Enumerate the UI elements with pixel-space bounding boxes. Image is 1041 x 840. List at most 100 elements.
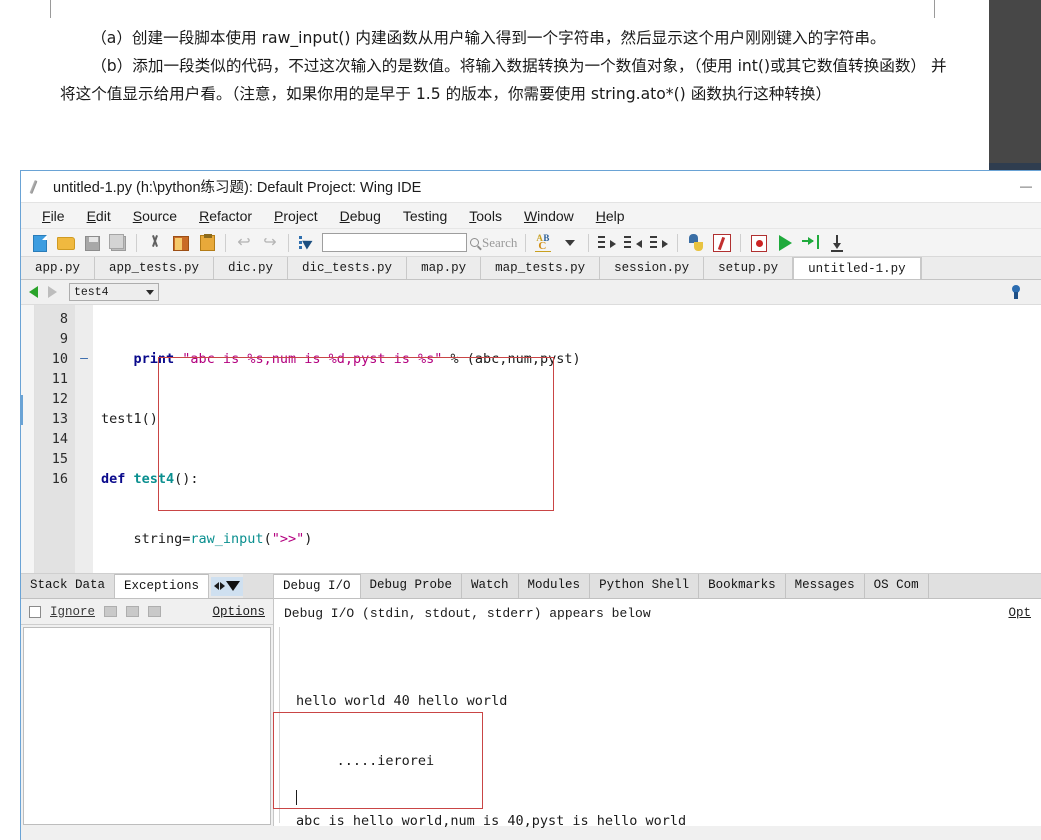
search-input[interactable] bbox=[322, 233, 467, 252]
file-tab-dic-tests-py[interactable]: dic_tests.py bbox=[288, 257, 408, 279]
debug-io-text-caret bbox=[296, 790, 297, 805]
line-number: 12 bbox=[51, 391, 68, 407]
cut-icon[interactable] bbox=[144, 232, 166, 254]
fold-toggle-icon[interactable]: — bbox=[75, 349, 93, 369]
ignore-checkbox[interactable] bbox=[29, 605, 41, 618]
exception-clear-icon[interactable] bbox=[148, 606, 162, 617]
paste-icon[interactable] bbox=[196, 232, 218, 254]
file-tab-session-py[interactable]: session.py bbox=[600, 257, 705, 279]
document-text: （a）创建一段脚本使用 raw_input() 内建函数从用户输入得到一个字符串… bbox=[0, 18, 989, 166]
exceptions-toolbar: Ignore Options bbox=[21, 599, 273, 625]
file-tab-app-tests-py[interactable]: app_tests.py bbox=[95, 257, 215, 279]
debug-io-output[interactable]: hello world 40 hello world .....ierorei … bbox=[273, 627, 1041, 829]
file-tab-setup-py[interactable]: setup.py bbox=[704, 257, 794, 279]
pin-icon[interactable] bbox=[1009, 285, 1023, 301]
tab-watch[interactable]: Watch bbox=[462, 574, 519, 598]
line-number-gutter: 8 9 10 11 12 13 14 15 16 bbox=[35, 305, 75, 573]
editor-scroll-marker bbox=[21, 395, 23, 425]
window-title: untitled-1.py (h:\python练习题): Default Pr… bbox=[53, 180, 422, 196]
file-tab-untitled-1-py[interactable]: untitled-1.py bbox=[793, 257, 921, 279]
exceptions-options-link[interactable]: Options bbox=[212, 605, 265, 619]
tab-menu-icon[interactable] bbox=[226, 581, 241, 591]
tab-stack-data[interactable]: Stack Data bbox=[21, 574, 116, 598]
goto-line-icon[interactable] bbox=[296, 232, 318, 254]
redo-icon[interactable]: ↪ bbox=[259, 232, 281, 254]
search-label-group: Search bbox=[470, 235, 517, 251]
line-number: 13 bbox=[51, 411, 68, 427]
left-panel-tab-nav[interactable] bbox=[211, 576, 244, 596]
copy-icon[interactable] bbox=[170, 232, 192, 254]
toolbar-separator bbox=[588, 233, 590, 252]
fold-placeholder bbox=[75, 329, 93, 349]
line-number: 11 bbox=[51, 371, 68, 387]
exceptions-list[interactable] bbox=[23, 627, 271, 825]
indent-toggle-icon[interactable] bbox=[648, 232, 670, 254]
open-folder-icon[interactable] bbox=[55, 232, 77, 254]
menu-help[interactable]: Help bbox=[585, 206, 636, 226]
debug-io-options-link[interactable]: Opt bbox=[1008, 606, 1031, 620]
menu-edit[interactable]: Edit bbox=[76, 206, 122, 226]
indent-right-icon[interactable] bbox=[596, 232, 618, 254]
nav-back-arrow-icon[interactable] bbox=[29, 286, 38, 298]
line-number: 15 bbox=[51, 451, 68, 467]
tab-bookmarks[interactable]: Bookmarks bbox=[699, 574, 786, 598]
step-over-icon[interactable] bbox=[800, 232, 822, 254]
search-label: Search bbox=[482, 234, 518, 250]
tab-debug-io[interactable]: Debug I/O bbox=[274, 574, 361, 598]
line-number: 8 bbox=[59, 311, 68, 327]
code-editor[interactable]: 8 9 10 11 12 13 14 15 16 — print "abc is… bbox=[21, 305, 1041, 574]
file-tab-map-tests-py[interactable]: map_tests.py bbox=[481, 257, 601, 279]
menu-bar: File Edit Source Refactor Project Debug … bbox=[21, 203, 1041, 229]
tab-debug-probe[interactable]: Debug Probe bbox=[360, 574, 463, 598]
menu-window[interactable]: Window bbox=[513, 206, 585, 226]
exception-remove-icon[interactable] bbox=[126, 606, 140, 617]
debug-io-left-rule bbox=[279, 627, 280, 823]
minimize-button[interactable]: — bbox=[1015, 179, 1037, 193]
python-shell-icon[interactable] bbox=[685, 232, 707, 254]
tab-prev-icon[interactable] bbox=[214, 582, 220, 590]
code-fold-gutter[interactable]: — bbox=[75, 305, 93, 573]
document-paragraph-a: （a）创建一段脚本使用 raw_input() 内建函数从用户输入得到一个字符串… bbox=[91, 29, 886, 47]
run-icon[interactable] bbox=[774, 232, 796, 254]
code-text-area[interactable]: print "abc is %s,num is %d,pyst is %s" %… bbox=[93, 305, 1041, 573]
new-file-icon[interactable] bbox=[29, 232, 51, 254]
menu-testing[interactable]: Testing bbox=[392, 206, 458, 226]
menu-tools[interactable]: Tools bbox=[458, 206, 513, 226]
bottom-panel-tab-bar: Debug I/O Debug Probe Watch Modules Pyth… bbox=[274, 574, 1041, 599]
menu-debug[interactable]: Debug bbox=[329, 206, 392, 226]
toggle-breakpoint-icon[interactable] bbox=[748, 232, 770, 254]
file-tab-dic-py[interactable]: dic.py bbox=[214, 257, 289, 279]
file-tab-map-py[interactable]: map.py bbox=[407, 257, 482, 279]
screen-root: （a）创建一段脚本使用 raw_input() 内建函数从用户输入得到一个字符串… bbox=[0, 0, 1041, 840]
tab-next-icon[interactable] bbox=[220, 582, 226, 590]
line-number: 9 bbox=[59, 331, 68, 347]
tab-exceptions[interactable]: Exceptions bbox=[115, 574, 210, 598]
scope-select[interactable]: test4 bbox=[69, 283, 159, 301]
exception-add-icon[interactable] bbox=[104, 606, 118, 617]
output-line: abc is hello world,num is 40,pyst is hel… bbox=[296, 813, 687, 829]
tab-modules[interactable]: Modules bbox=[518, 574, 591, 598]
file-tab-app-py[interactable]: app.py bbox=[21, 257, 96, 279]
menu-project[interactable]: Project bbox=[263, 206, 329, 226]
line-number: 10 bbox=[51, 351, 68, 367]
indent-left-icon[interactable] bbox=[622, 232, 644, 254]
tab-os-commands[interactable]: OS Com bbox=[864, 574, 929, 598]
tab-messages[interactable]: Messages bbox=[785, 574, 865, 598]
save-icon[interactable] bbox=[81, 232, 103, 254]
undo-icon[interactable]: ↩ bbox=[233, 232, 255, 254]
left-tool-panel: Stack Data Exceptions Ignore Options bbox=[21, 574, 274, 826]
toolbar-separator bbox=[740, 233, 742, 252]
bottom-panel-tab-filler bbox=[928, 574, 1041, 598]
step-out-icon[interactable] bbox=[826, 232, 848, 254]
menu-file[interactable]: File bbox=[31, 206, 76, 226]
ignore-label: Ignore bbox=[50, 604, 96, 619]
menu-refactor[interactable]: Refactor bbox=[188, 206, 263, 226]
debug-config-icon[interactable] bbox=[711, 232, 733, 254]
case-sensitive-icon[interactable]: ABC bbox=[533, 232, 555, 254]
search-options-dropdown-icon[interactable] bbox=[559, 232, 581, 254]
pencil-icon bbox=[29, 178, 47, 196]
menu-source[interactable]: Source bbox=[122, 206, 188, 226]
nav-forward-arrow-icon[interactable] bbox=[48, 286, 57, 298]
save-all-icon[interactable] bbox=[107, 232, 129, 254]
tab-python-shell[interactable]: Python Shell bbox=[590, 574, 700, 598]
